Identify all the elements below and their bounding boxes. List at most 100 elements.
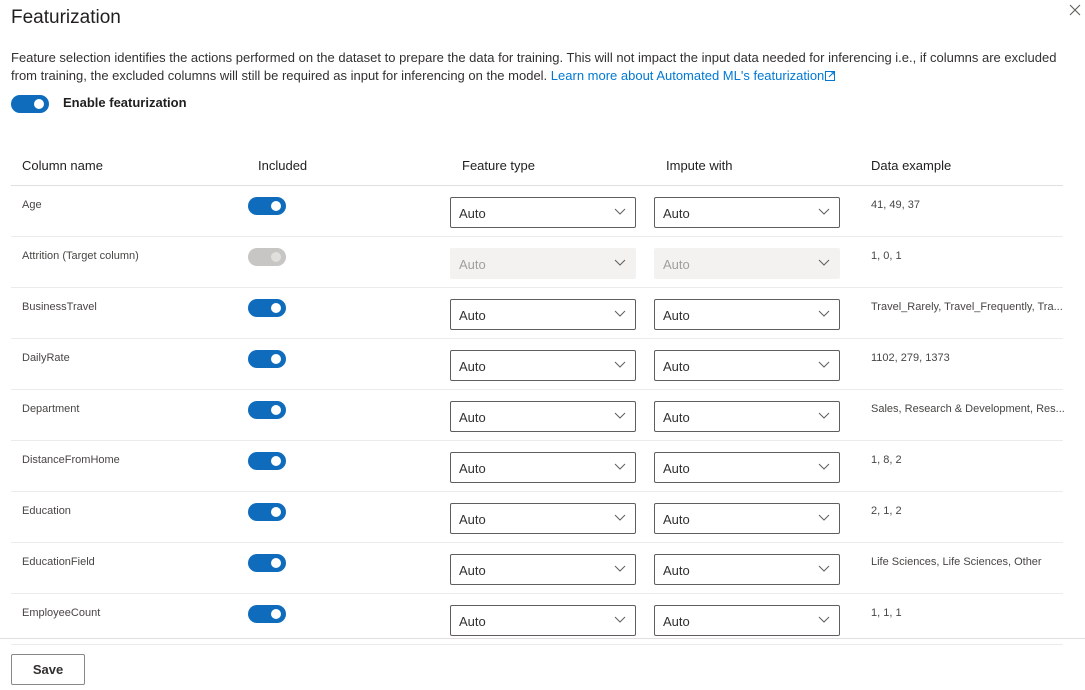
column-name-cell: EducationField [22,556,95,568]
chevron-down-icon [818,463,830,470]
included-toggle[interactable] [248,197,286,215]
impute-with-value: Auto [663,614,690,629]
included-toggle [248,248,286,266]
chevron-down-icon [614,565,626,572]
save-button[interactable]: Save [11,654,85,685]
table-row: DistanceFromHome Auto Auto 1, 8, 2 [11,441,1063,492]
feature-type-dropdown[interactable]: Auto [450,452,636,483]
dialog-title: Featurization [11,7,121,28]
column-name-cell: Education [22,505,71,517]
description-text: Feature selection identifies the actions… [11,50,1057,83]
data-example-cell: 1, 1, 1 [871,607,902,619]
chevron-down-icon [614,412,626,419]
impute-with-dropdown[interactable]: Auto [654,452,840,483]
column-name-cell: DailyRate [22,352,70,364]
header-data-example: Data example [871,158,952,173]
column-name-cell: DistanceFromHome [22,454,120,466]
included-toggle[interactable] [248,503,286,521]
impute-with-dropdown: Auto [654,248,840,279]
impute-with-value: Auto [663,359,690,374]
chevron-down-icon [818,361,830,368]
toggle-knob [271,303,281,313]
toggle-knob [271,456,281,466]
feature-type-dropdown[interactable]: Auto [450,350,636,381]
feature-type-value: Auto [459,614,486,629]
close-button[interactable] [1068,3,1082,17]
data-example-cell: Sales, Research & Development, Res... [871,403,1065,415]
description: Feature selection identifies the actions… [11,49,1071,84]
column-name-cell: Age [22,199,42,211]
feature-type-value: Auto [459,206,486,221]
learn-more-link[interactable]: Learn more about Automated ML's featuriz… [551,68,836,83]
enable-featurization-toggle[interactable] [11,95,49,113]
table-row: Department Auto Auto Sales, Research & Deve… [11,390,1065,441]
toggle-knob [271,354,281,364]
data-example-cell: 41, 49, 37 [871,199,920,211]
chevron-down-icon [818,514,830,521]
included-toggle[interactable] [248,605,286,623]
feature-type-dropdown[interactable]: Auto [450,605,636,636]
toggle-knob [271,609,281,619]
toggle-knob [271,252,281,262]
enable-featurization-label: Enable featurization [63,95,187,110]
table-row: Education Auto Auto 2, 1, 2 [11,492,1063,543]
feature-type-dropdown[interactable]: Auto [450,554,636,585]
impute-with-dropdown[interactable]: Auto [654,554,840,585]
toggle-knob [271,405,281,415]
data-example-cell: Life Sciences, Life Sciences, Other [871,556,1042,568]
chevron-down-icon [818,310,830,317]
table-row: Attrition (Target column) Auto Auto 1, 0, 1 [11,237,1063,288]
header-impute-with: Impute with [666,158,733,173]
data-example-cell: Travel_Rarely, Travel_Frequently, Tra... [871,301,1063,313]
included-toggle[interactable] [248,554,286,572]
impute-with-value: Auto [663,563,690,578]
header-feature-type: Feature type [462,158,535,173]
feature-type-value: Auto [459,512,486,527]
close-icon[interactable] [1068,3,1082,17]
chevron-down-icon [818,412,830,419]
column-name-cell: BusinessTravel [22,301,97,313]
impute-with-dropdown[interactable]: Auto [654,605,840,636]
toggle-knob [271,558,281,568]
chevron-down-icon [614,514,626,521]
chevron-down-icon [614,310,626,317]
table-row: BusinessTravel Auto Auto Travel_Rarely, Tra… [11,288,1063,339]
chevron-down-icon [818,616,830,623]
feature-type-dropdown[interactable]: Auto [450,503,636,534]
chevron-down-icon [614,259,626,266]
feature-type-dropdown[interactable]: Auto [450,197,636,228]
data-example-cell: 1102, 279, 1373 [871,352,950,364]
chevron-down-icon [818,208,830,215]
impute-with-value: Auto [663,512,690,527]
external-link-icon [825,70,836,81]
data-example-cell: 2, 1, 2 [871,505,902,517]
impute-with-dropdown[interactable]: Auto [654,299,840,330]
included-toggle[interactable] [248,299,286,317]
feature-type-dropdown[interactable]: Auto [450,401,636,432]
feature-type-dropdown[interactable]: Auto [450,299,636,330]
column-name-cell: EmployeeCount [22,607,101,619]
header-column-name: Column name [22,158,103,173]
data-example-cell: 1, 0, 1 [871,250,902,262]
chevron-down-icon [818,565,830,572]
impute-with-value: Auto [663,206,690,221]
chevron-down-icon [614,208,626,215]
impute-with-value: Auto [663,410,690,425]
impute-with-dropdown[interactable]: Auto [654,350,840,381]
included-toggle[interactable] [248,401,286,419]
chevron-down-icon [614,361,626,368]
chevron-down-icon [614,616,626,623]
feature-type-dropdown: Auto [450,248,636,279]
impute-with-dropdown[interactable]: Auto [654,503,840,534]
impute-with-value: Auto [663,257,690,272]
impute-with-dropdown[interactable]: Auto [654,401,840,432]
table-row: Age Auto Auto 41, 49, 37 [11,186,1063,237]
toggle-knob [271,507,281,517]
data-example-cell: 1, 8, 2 [871,454,902,466]
impute-with-dropdown[interactable]: Auto [654,197,840,228]
feature-type-value: Auto [459,563,486,578]
table-row: DailyRate Auto Auto 1102, 279, 1373 [11,339,1063,390]
included-toggle[interactable] [248,452,286,470]
header-included: Included [258,158,308,173]
included-toggle[interactable] [248,350,286,368]
